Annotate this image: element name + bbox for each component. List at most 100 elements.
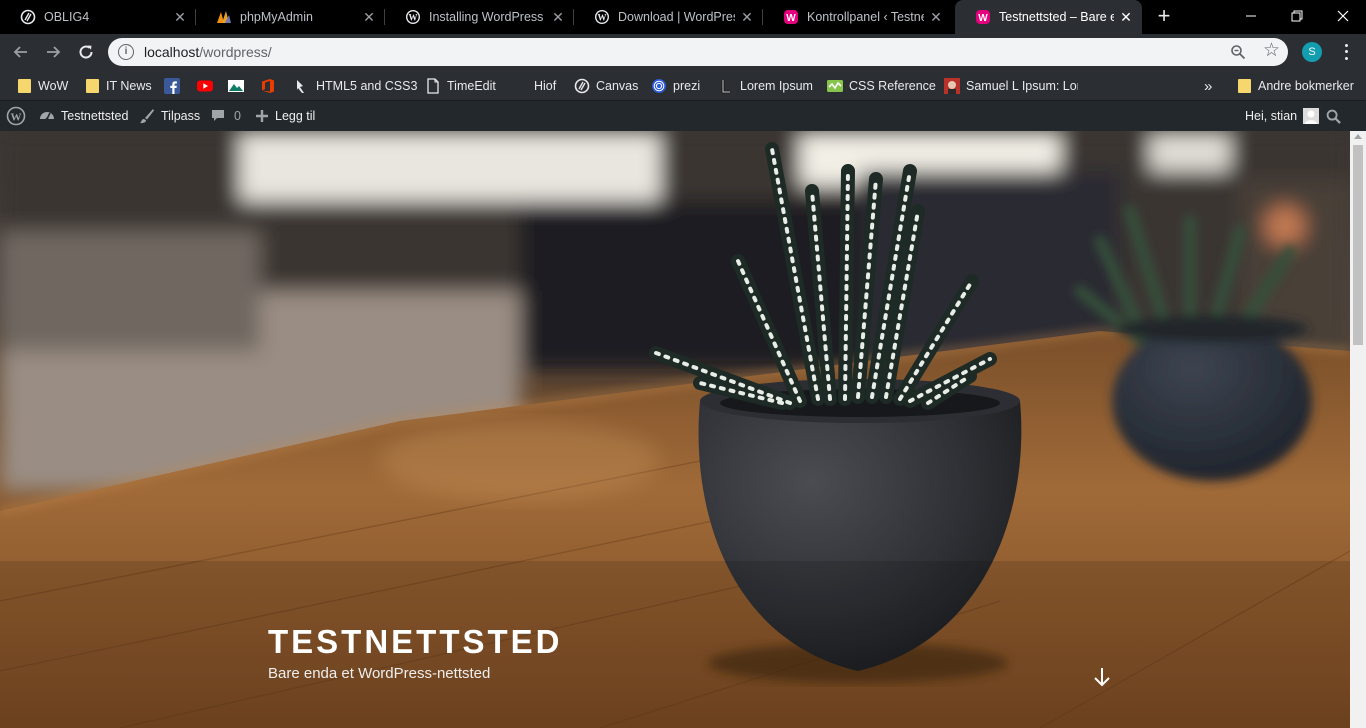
wp-search-button[interactable]: [1326, 101, 1341, 131]
close-tab-icon[interactable]: ✕: [361, 9, 377, 25]
hero-photo: [0, 131, 1350, 728]
wp-site-name: Testnettsted: [61, 109, 129, 123]
wamp-logo-icon: W: [783, 9, 799, 25]
close-tab-icon[interactable]: ✕: [739, 9, 755, 25]
bookmark-label: TimeEdit: [447, 79, 496, 93]
minimize-button[interactable]: [1228, 0, 1274, 32]
profile-avatar[interactable]: S: [1302, 42, 1322, 62]
bookmark-hiof[interactable]: Hiof: [512, 75, 556, 97]
tab-title: OBLIG4: [44, 10, 90, 24]
wp-comments-link[interactable]: 0: [210, 101, 241, 131]
wp-new-label: Legg til: [275, 109, 316, 123]
phpmyadmin-logo-icon: [216, 9, 232, 25]
facebook-icon: [164, 78, 180, 94]
wp-comments-count: 0: [234, 109, 241, 123]
svg-text:W: W: [409, 13, 418, 23]
more-bookmarks-button[interactable]: »: [1204, 75, 1212, 97]
wp-logo-menu[interactable]: W: [6, 101, 32, 131]
bookmark-timeedit[interactable]: TimeEdit: [425, 75, 496, 97]
bookmark-label: Canvas: [596, 79, 639, 93]
bookmark-samuel-l-ipsum[interactable]: Samuel L Ipsum: Lore: [944, 75, 1078, 97]
search-icon: [1326, 109, 1341, 124]
scrollbar-thumb[interactable]: [1353, 145, 1363, 345]
reload-button[interactable]: [74, 40, 98, 64]
bookmark-label: HTML5 and CSS3: [316, 79, 418, 93]
bookmark-it-news[interactable]: IT News: [84, 75, 152, 97]
svg-text:W: W: [978, 13, 988, 24]
other-bookmarks-folder[interactable]: Andre bokmerker: [1236, 75, 1354, 97]
wp-customize-label: Tilpass: [161, 109, 201, 123]
lorem-ipsum-icon: [718, 78, 734, 94]
wp-customize-link[interactable]: Tilpass: [139, 101, 200, 131]
folder-icon: [1236, 78, 1252, 94]
comment-bubble-icon: [210, 108, 226, 124]
forward-button[interactable]: [41, 40, 65, 64]
samuel-l-ipsum-icon: [944, 78, 960, 94]
svg-text:W: W: [786, 13, 796, 24]
tab-testnettsted-active[interactable]: W Testnettsted – Bare enda ✕: [955, 0, 1142, 34]
site-info-icon[interactable]: i: [118, 44, 134, 60]
folder-icon: [84, 78, 100, 94]
bookmark-html5-css3[interactable]: HTML5 and CSS3: [294, 75, 417, 97]
close-tab-icon[interactable]: ✕: [550, 9, 566, 25]
bookmark-icon: [294, 78, 310, 94]
tab-kontrollpanel[interactable]: W Kontrollpanel ‹ Testnett ✕: [763, 0, 952, 34]
bookmark-youtube[interactable]: [197, 75, 219, 97]
browser-toolbar: i localhost/wordpress/ ☆ S: [0, 34, 1366, 70]
close-tab-icon[interactable]: ✕: [172, 9, 188, 25]
folder-icon: [16, 78, 32, 94]
bookmark-office[interactable]: [260, 75, 282, 97]
tab-oblig4[interactable]: OBLIG4 ✕: [0, 0, 196, 34]
bookmark-star-icon[interactable]: ☆: [1263, 41, 1280, 61]
scroll-down-button[interactable]: [1090, 664, 1114, 690]
tab-phpmyadmin[interactable]: phpMyAdmin ✕: [196, 0, 385, 34]
tab-download-wordpress[interactable]: W Download | WordPress.o ✕: [574, 0, 763, 34]
wordpress-logo-icon: W: [405, 9, 421, 25]
page-scrollbar[interactable]: [1350, 131, 1366, 728]
wp-new-content-menu[interactable]: Legg til: [255, 101, 315, 131]
bookmark-prezi[interactable]: prezi: [651, 75, 700, 97]
svg-text:W: W: [11, 111, 22, 123]
address-path: /wordpress/: [199, 44, 272, 60]
wp-account-menu[interactable]: Hei, stian: [1245, 101, 1320, 131]
youtube-icon: [197, 78, 213, 94]
tab-strip: OBLIG4 ✕ phpMyAdmin ✕ W Installing WordP…: [0, 0, 1366, 34]
new-tab-button[interactable]: +: [1152, 5, 1176, 29]
canvas-logo-icon: [20, 9, 36, 25]
browser-menu-icon[interactable]: [1338, 42, 1354, 62]
wp-site-name-menu[interactable]: Testnettsted: [39, 101, 128, 131]
arrow-right-icon: [47, 46, 61, 58]
tab-title: Kontrollpanel ‹ Testnett: [807, 10, 924, 24]
plus-icon: [255, 109, 269, 123]
photo-icon: [228, 78, 244, 94]
bookmark-wow[interactable]: WoW: [16, 75, 68, 97]
arrow-down-icon: [1094, 668, 1110, 687]
close-tab-icon[interactable]: ✕: [1118, 9, 1134, 25]
restore-button[interactable]: [1274, 0, 1320, 32]
paintbrush-icon: [139, 108, 155, 124]
bookmark-css-reference[interactable]: CSS Reference: [827, 75, 936, 97]
hero-header-image: [0, 131, 1350, 728]
wordpress-logo-icon: W: [594, 9, 610, 25]
reload-icon: [79, 45, 93, 59]
bookmark-photo[interactable]: [228, 75, 250, 97]
page-icon: [425, 78, 441, 94]
wp-greeting: Hei, stian: [1245, 109, 1298, 123]
prezi-icon: [651, 78, 667, 94]
bookmark-facebook[interactable]: [164, 75, 186, 97]
address-bar[interactable]: i localhost/wordpress/ ☆: [108, 38, 1288, 66]
zoom-icon[interactable]: [1230, 44, 1246, 60]
scroll-up-arrow-icon[interactable]: [1354, 134, 1362, 139]
dashboard-icon: [39, 108, 55, 124]
site-title[interactable]: TESTNETTSTED: [268, 623, 563, 661]
bookmark-label: Lorem Ipsum: [740, 79, 813, 93]
tab-installing-wordpress[interactable]: W Installing WordPress « W ✕: [385, 0, 574, 34]
bookmark-label: WoW: [38, 79, 69, 93]
back-button[interactable]: [9, 40, 33, 64]
tab-title: phpMyAdmin: [240, 10, 313, 24]
tab-title: Installing WordPress « W: [429, 10, 546, 24]
bookmark-canvas[interactable]: Canvas: [574, 75, 638, 97]
close-tab-icon[interactable]: ✕: [928, 9, 944, 25]
close-window-button[interactable]: [1320, 0, 1366, 32]
bookmark-lorem-ipsum[interactable]: Lorem Ipsum: [718, 75, 813, 97]
